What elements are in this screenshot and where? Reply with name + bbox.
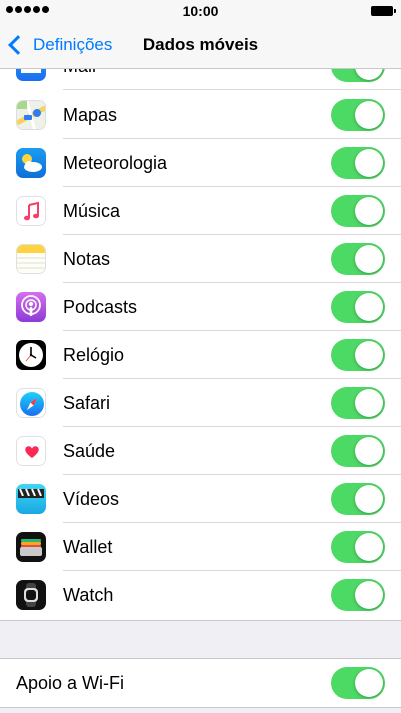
podcasts-icon — [16, 292, 46, 322]
list-item-relogio: Relógio — [0, 331, 401, 379]
list-item-meteorologia: Meteorologia — [0, 139, 401, 187]
navigation-bar: Definições Dados móveis — [0, 22, 401, 69]
wifi-assist-label: Apoio a Wi-Fi — [16, 673, 125, 693]
videos-toggle[interactable] — [331, 483, 385, 515]
status-bar: 10:00 — [0, 0, 401, 22]
app-list[interactable]: Mail Mapas Meteorologia Música Notas — [0, 69, 401, 621]
list-item-wallet: Wallet — [0, 523, 401, 571]
app-label-relogio: Relógio — [63, 345, 125, 365]
musica-toggle[interactable] — [331, 195, 385, 227]
status-time: 10:00 — [182, 3, 219, 19]
list-item-notas: Notas — [0, 235, 401, 283]
mail-icon — [16, 69, 46, 81]
mapas-toggle[interactable] — [331, 99, 385, 131]
app-label-watch: Watch — [63, 585, 114, 605]
app-label-safari: Safari — [63, 393, 111, 413]
music-icon — [16, 196, 46, 226]
watch-icon — [16, 580, 46, 610]
app-label-mail: Mail — [63, 69, 96, 90]
wifi-assist-toggle[interactable] — [331, 667, 385, 699]
wallet-toggle[interactable] — [331, 531, 385, 563]
mail-toggle[interactable] — [331, 69, 385, 82]
battery-icon — [371, 6, 396, 16]
notes-icon — [16, 244, 46, 274]
maps-icon — [16, 100, 46, 130]
app-label-mapas: Mapas — [63, 105, 118, 125]
page-title: Dados móveis — [142, 35, 259, 54]
app-label-videos: Vídeos — [63, 489, 120, 509]
list-item-safari: Safari — [0, 379, 401, 427]
list-item-mail: Mail — [0, 69, 401, 90]
relogio-toggle[interactable] — [331, 339, 385, 371]
list-item-saude: Saúde — [0, 427, 401, 475]
saude-toggle[interactable] — [331, 435, 385, 467]
list-item-watch: Watch — [0, 571, 401, 619]
list-item-videos: Vídeos — [0, 475, 401, 523]
weather-icon — [16, 148, 46, 178]
videos-icon — [16, 484, 46, 514]
watch-toggle[interactable] — [331, 579, 385, 611]
safari-icon — [16, 388, 46, 418]
meteorologia-toggle[interactable] — [331, 147, 385, 179]
notas-toggle[interactable] — [331, 243, 385, 275]
app-label-podcasts: Podcasts — [63, 297, 138, 317]
list-item-podcasts: Podcasts — [0, 283, 401, 331]
podcasts-toggle[interactable] — [331, 291, 385, 323]
wallet-icon — [16, 532, 46, 562]
app-label-musica: Música — [63, 201, 121, 221]
list-item-musica: Música — [0, 187, 401, 235]
list-item-mapas: Mapas — [0, 91, 401, 139]
health-icon — [16, 436, 46, 466]
app-label-meteorologia: Meteorologia — [63, 153, 168, 173]
app-label-wallet: Wallet — [63, 537, 113, 557]
wifi-assist-row: Apoio a Wi-Fi — [0, 658, 401, 708]
app-label-notas: Notas — [63, 249, 111, 269]
app-label-saude: Saúde — [63, 441, 116, 461]
clock-icon — [16, 340, 46, 370]
safari-toggle[interactable] — [331, 387, 385, 419]
